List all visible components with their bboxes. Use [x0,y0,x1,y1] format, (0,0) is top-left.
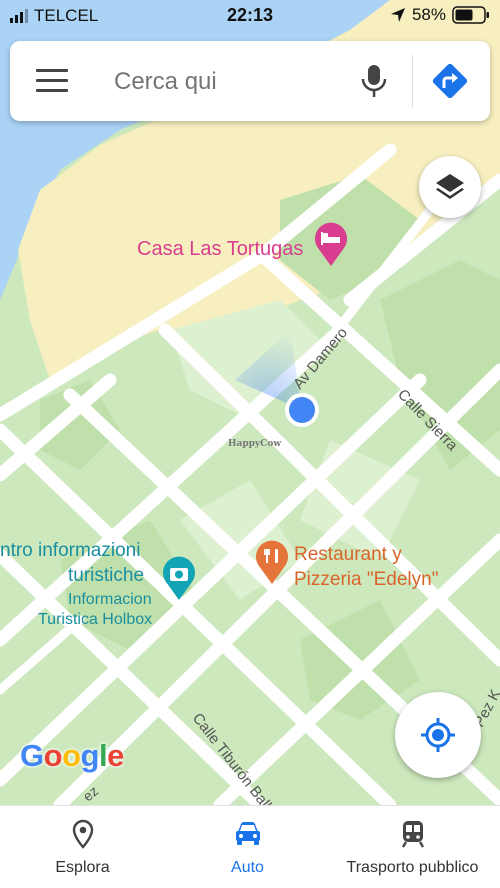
happycow-watermark: HappyCow [228,439,281,449]
nav-tab-explore[interactable]: Esplora [20,806,145,888]
location-arrow-icon [390,8,405,22]
nav-label-explore: Esplora [55,859,110,876]
crosshair-icon [421,718,455,752]
microphone-icon [361,65,387,97]
layers-icon [436,174,464,199]
search-divider [412,55,413,107]
screen: Av Damero Calle Sierra Calle Tiburón Bal… [0,0,500,888]
poi-tourist-label-1: ntro informazioni [0,540,140,561]
poi-tourist-label-3: Informacion [68,591,152,608]
my-location-dot [289,397,315,423]
layers-button[interactable] [419,156,481,218]
bottom-navigation: Esplora Auto Trasporto pubblico [0,805,500,888]
menu-button[interactable] [36,69,68,95]
pin-icon [72,819,93,849]
poi-tourist-label-4: Turistica Holbox [38,611,152,628]
poi-restaurant-label-2: Pizzeria "Edelyn" [294,569,438,590]
battery-percent: 58% [411,5,446,24]
car-icon [235,822,260,845]
search-input[interactable] [112,61,346,103]
directions-icon [432,63,468,99]
poi-hotel-label: Casa Las Tortugas [137,238,303,260]
my-location-button[interactable] [395,692,481,778]
google-logo: Google [20,738,124,773]
directions-button[interactable] [430,61,470,101]
status-bar: TELCEL 22:13 58% [0,0,500,32]
voice-search-button[interactable] [356,61,392,101]
poi-restaurant-label-1: Restaurant y [294,544,402,565]
battery-icon [452,6,489,24]
nav-tab-drive[interactable]: Auto [185,806,310,888]
train-icon [401,821,424,848]
nav-label-drive: Auto [231,859,264,876]
poi-tourist-label-2: turistiche [68,565,144,586]
nav-label-transit: Trasporto pubblico [346,859,479,876]
nav-tab-transit[interactable]: Trasporto pubblico [330,806,495,888]
search-bar [10,41,490,121]
